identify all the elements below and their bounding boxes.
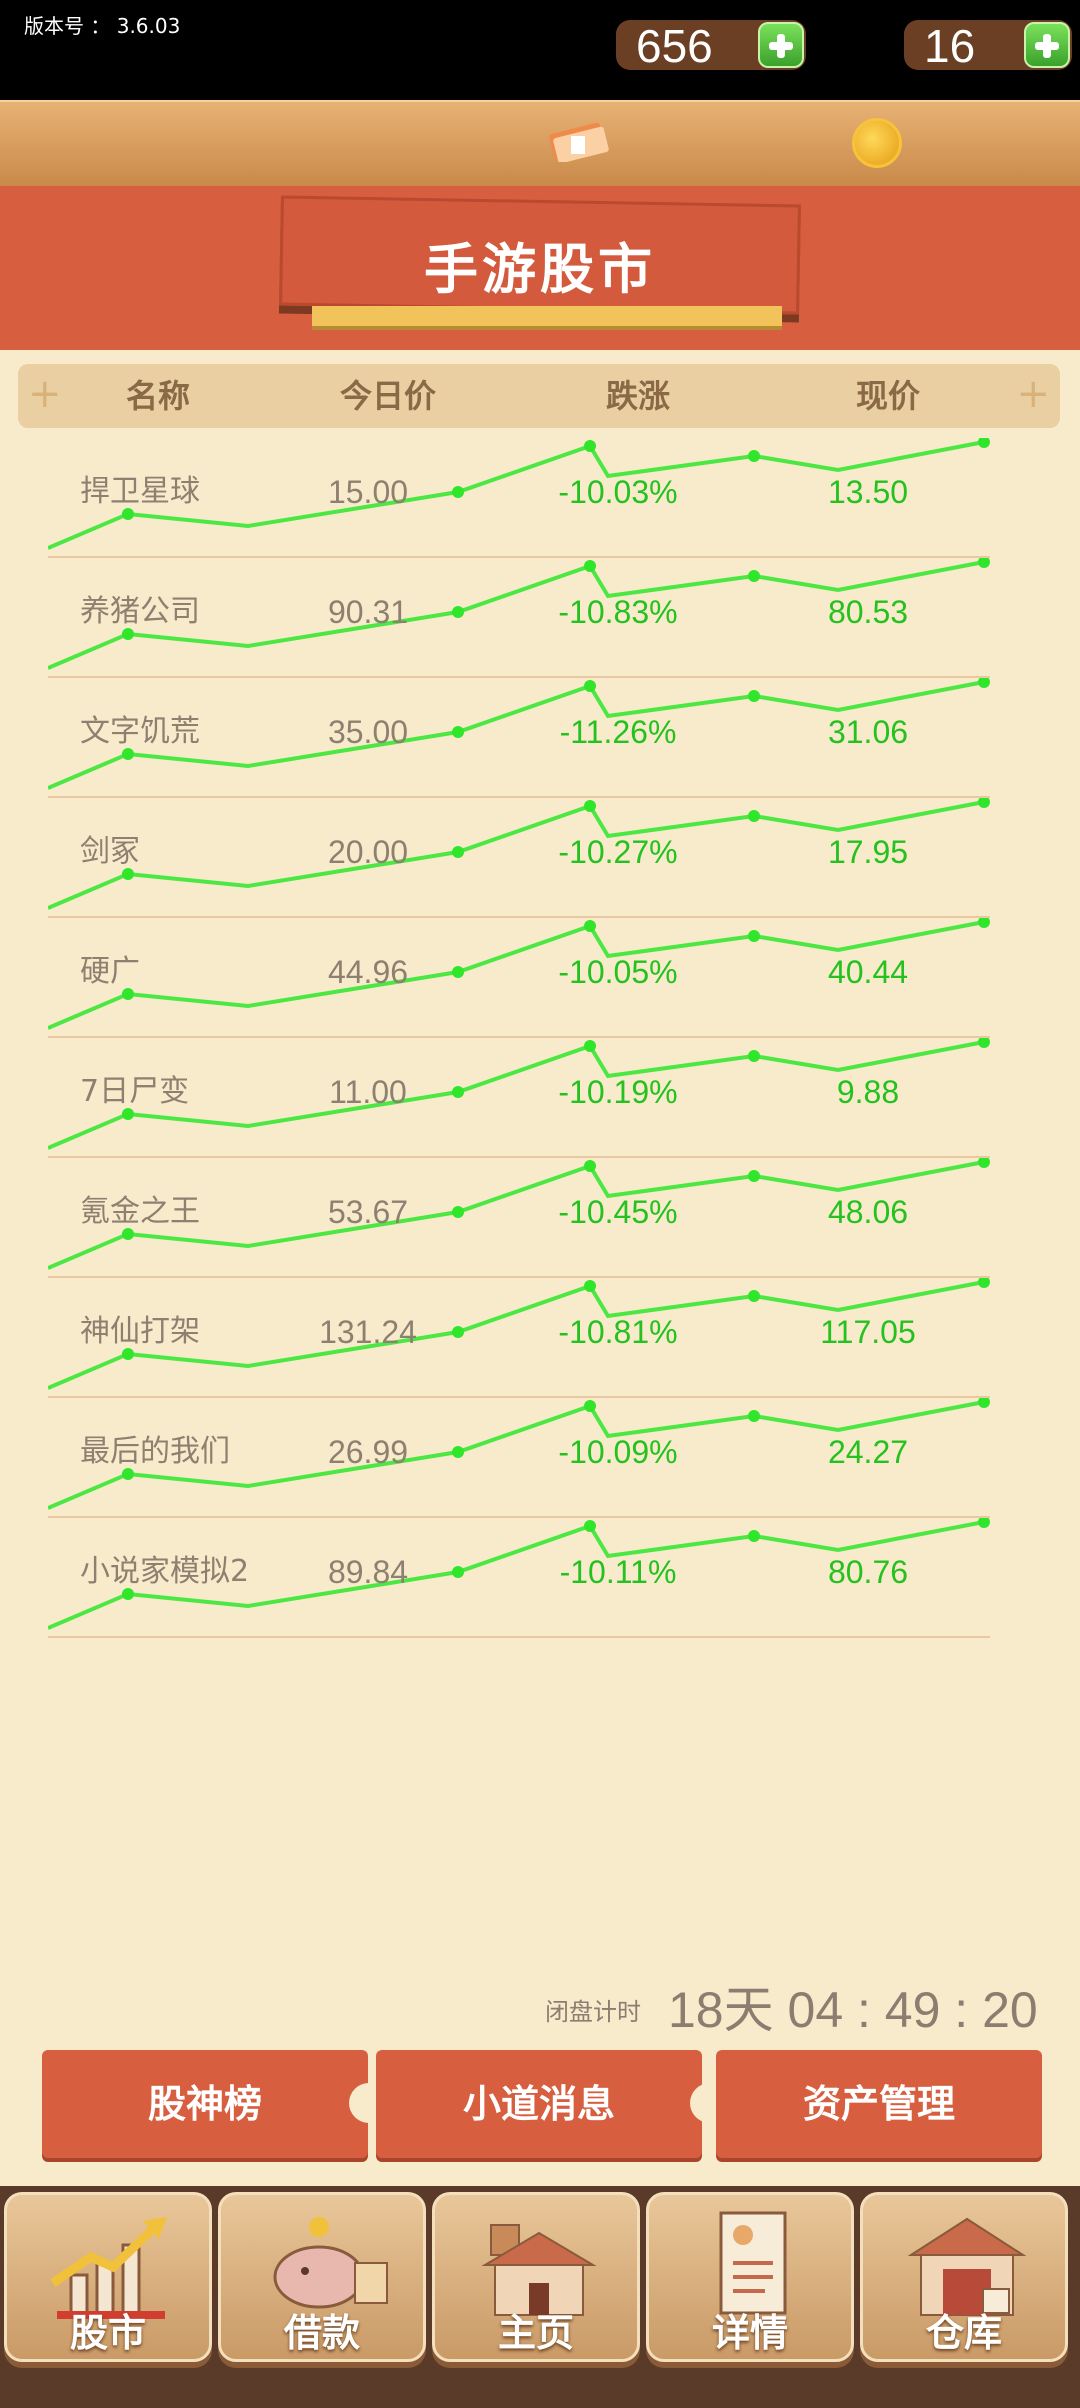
stock-today-price: 90.31 [327,594,409,630]
stock-name: 剑冢 [80,834,140,869]
nav-label-stocks: 股市 [69,2311,146,2355]
stock-name: 神仙打架 [80,1314,200,1349]
version-label: 版本号 ： 3.6.03 [24,14,181,38]
nav-label-loan: 借款 [283,2311,360,2355]
stock-today-price: 89.84 [327,1554,409,1590]
countdown-label: 闭盘计时 [545,1998,641,2026]
stock-change: -10.05% [558,954,678,990]
stock-name: 最后的我们 [80,1434,230,1469]
leaderboard-button[interactable]: 股神榜 [42,2050,368,2158]
stock-row[interactable]: 捍卫星球 15.00 -10.03% 13.50 [48,438,990,558]
stock-row[interactable]: 剑冢 20.00 -10.27% 17.95 [48,798,990,918]
stock-name: 养猪公司 [80,594,200,629]
stock-row[interactable]: 7日尸变 11.00 -10.19% 9.88 [48,1038,990,1158]
stock-today-price: 44.96 [327,954,409,990]
stock-row[interactable]: 养猪公司 90.31 -10.83% 80.53 [48,558,990,678]
page-title: 手游股市 [424,238,656,301]
title-ribbon [312,306,782,330]
stock-change: -10.09% [558,1434,678,1470]
cash-counter: 656 [616,20,806,72]
stock-current-price: 13.50 [827,474,909,510]
stock-name: 硬广 [80,954,140,989]
stock-name: 文字饥荒 [80,714,200,749]
coin-icon [852,118,902,168]
stock-change: -10.81% [558,1314,678,1350]
stock-today-price: 35.00 [327,714,409,750]
add-cash-button[interactable] [758,22,804,68]
stock-change: -10.19% [558,1074,678,1110]
coin-counter: 16 [904,20,1072,72]
nav-label-home: 主页 [497,2311,574,2355]
header-plus-icon: + [28,371,62,417]
stock-change: -11.26% [559,714,677,750]
asset-management-button[interactable]: 资产管理 [716,2050,1042,2158]
nav-tab-details[interactable]: 详情 [646,2192,854,2362]
header-change: 跌涨 [605,377,670,415]
stock-name: 氪金之王 [80,1194,200,1229]
bottom-nav: 股市 借款 主页 详情 仓库 [0,2186,1080,2408]
cash-value: 656 [636,20,713,72]
stock-today-price: 11.00 [329,1074,407,1110]
stock-today-price: 15.00 [327,474,409,510]
stock-change: -10.03% [558,474,678,510]
stock-today-price: 20.00 [327,834,409,870]
nav-label-warehouse: 仓库 [925,2311,1002,2355]
stock-row[interactable]: 硬广 44.96 -10.05% 40.44 [48,918,990,1038]
stock-current-price: 9.88 [836,1074,900,1110]
stock-current-price: 24.27 [827,1434,909,1470]
stock-change: -10.83% [558,594,678,630]
countdown-value: 18天 04 : 49 : 20 [668,1982,1038,2038]
table-header: + 名称 今日价 跌涨 现价 + [18,364,1060,428]
cash-icon [549,122,609,162]
stock-today-price: 53.67 [327,1194,409,1230]
stock-row[interactable]: 文字饥荒 35.00 -11.26% 31.06 [48,678,990,798]
stock-current-price: 31.06 [827,714,909,750]
stock-change: -10.45% [558,1194,678,1230]
stock-current-price: 80.76 [827,1554,909,1590]
stock-name: 7日尸变 [80,1074,190,1109]
coin-value: 16 [924,20,976,72]
stock-current-price: 40.44 [827,954,909,990]
stock-name: 捍卫星球 [80,474,200,509]
stock-change: -10.27% [558,834,678,870]
header-name: 名称 [125,377,190,415]
nav-tab-home[interactable]: 主页 [432,2192,640,2362]
header-today-price: 今日价 [339,377,436,415]
stock-row[interactable]: 小说家模拟2 89.84 -10.11% 80.76 [48,1518,990,1638]
nav-tab-stocks[interactable]: 股市 [4,2192,212,2362]
rumors-button[interactable]: 小道消息 [376,2050,702,2158]
stock-row[interactable]: 神仙打架 131.24 -10.81% 117.05 [48,1278,990,1398]
header-plus-icon: + [1016,371,1050,417]
stock-row[interactable]: 最后的我们 26.99 -10.09% 24.27 [48,1398,990,1518]
currency-strip [0,100,1080,186]
nav-tab-warehouse[interactable]: 仓库 [860,2192,1068,2362]
stock-change: -10.11% [559,1554,677,1590]
stock-today-price: 131.24 [319,1314,417,1350]
stock-row[interactable]: 氪金之王 53.67 -10.45% 48.06 [48,1158,990,1278]
stock-current-price: 48.06 [827,1194,909,1230]
stock-name: 小说家模拟2 [80,1554,250,1589]
stock-current-price: 117.05 [820,1314,916,1350]
nav-label-details: 详情 [711,2311,788,2355]
stock-today-price: 26.99 [327,1434,409,1470]
nav-tab-loan[interactable]: 借款 [218,2192,426,2362]
header-current-price: 现价 [855,377,920,415]
stock-current-price: 17.95 [827,834,909,870]
stock-current-price: 80.53 [827,594,909,630]
add-coins-button[interactable] [1024,22,1070,68]
